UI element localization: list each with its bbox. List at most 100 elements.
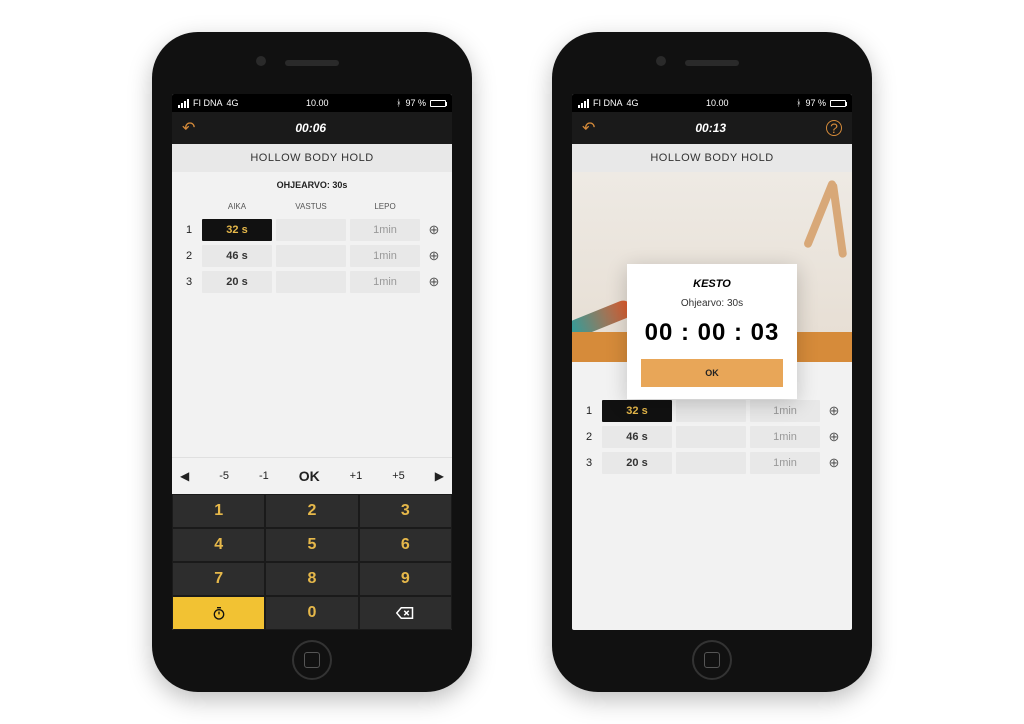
step-bar: ◀ -5 -1 OK +1 +5 ▶: [172, 457, 452, 494]
timer-label: 00:06: [295, 121, 326, 135]
row-index: 3: [580, 457, 598, 469]
key-7[interactable]: 7: [172, 562, 265, 596]
cell-time[interactable]: 20 s: [602, 452, 672, 474]
add-set-icon[interactable]: ⊕: [824, 455, 844, 471]
add-set-icon[interactable]: ⊕: [424, 274, 444, 290]
set-table: 1 32 s 1min ⊕ 2 46 s 1min ⊕ 3 20 s 1min …: [572, 392, 852, 476]
modal-title: KESTO: [641, 278, 783, 290]
exercise-title: HOLLOW BODY HOLD: [172, 144, 452, 172]
cell-resist[interactable]: [276, 271, 346, 293]
key-backspace[interactable]: [359, 596, 452, 630]
cell-rest[interactable]: 1min: [350, 219, 420, 241]
table-row: 3 20 s 1min ⊕: [580, 450, 844, 476]
screen-right: FI DNA 4G 10.00 ᚼ 97 % ↶ 00:13 ? HOLLOW …: [572, 94, 852, 630]
status-bar: FI DNA 4G 10.00 ᚼ 97 %: [572, 94, 852, 112]
carrier-label: FI DNA: [593, 98, 623, 108]
target-label: OHJEARVO: 30s: [172, 172, 452, 198]
keypad: 1 2 3 4 5 6 7 8 9 0: [172, 494, 452, 630]
stopwatch-icon: [211, 605, 227, 621]
cell-time[interactable]: 32 s: [202, 219, 272, 241]
cell-time[interactable]: 46 s: [202, 245, 272, 267]
clock-label: 10.00: [306, 98, 329, 108]
key-9[interactable]: 9: [359, 562, 452, 596]
col-vastus: VASTUS: [276, 202, 346, 211]
back-icon[interactable]: ↶: [182, 118, 195, 138]
ok-button[interactable]: OK: [299, 468, 320, 484]
plus5-button[interactable]: +5: [392, 470, 405, 482]
table-row: 1 32 s 1min ⊕: [180, 217, 444, 243]
battery-label: 97 %: [405, 98, 426, 108]
set-table: AIKA VASTUS LEPO 1 32 s 1min ⊕ 2 46 s 1m…: [172, 198, 452, 295]
table-row: 1 32 s 1min ⊕: [580, 398, 844, 424]
signal-icon: [178, 99, 189, 108]
cell-rest[interactable]: 1min: [750, 426, 820, 448]
chevron-right-icon[interactable]: ▶: [435, 469, 444, 483]
phone-left: FI DNA 4G 10.00 ᚼ 97 % ↶ 00:06 HOLLOW BO…: [152, 32, 472, 692]
screen-left: FI DNA 4G 10.00 ᚼ 97 % ↶ 00:06 HOLLOW BO…: [172, 94, 452, 630]
cell-resist[interactable]: [676, 400, 746, 422]
clock-label: 10.00: [706, 98, 729, 108]
row-index: 2: [180, 250, 198, 262]
home-button[interactable]: [292, 640, 332, 680]
nav-bar: ↶ 00:06: [172, 112, 452, 144]
col-lepo: LEPO: [350, 202, 420, 211]
key-2[interactable]: 2: [265, 494, 358, 528]
bluetooth-icon: ᚼ: [396, 98, 401, 108]
key-timer[interactable]: [172, 596, 265, 630]
add-set-icon[interactable]: ⊕: [824, 403, 844, 419]
cell-resist[interactable]: [676, 426, 746, 448]
key-8[interactable]: 8: [265, 562, 358, 596]
nav-bar: ↶ 00:13 ?: [572, 112, 852, 144]
chevron-left-icon[interactable]: ◀: [180, 469, 189, 483]
timer-label: 00:13: [695, 121, 726, 135]
network-label: 4G: [227, 98, 239, 108]
key-0[interactable]: 0: [265, 596, 358, 630]
signal-icon: [578, 99, 589, 108]
add-set-icon[interactable]: ⊕: [424, 222, 444, 238]
cell-resist[interactable]: [276, 219, 346, 241]
modal-ok-button[interactable]: OK: [641, 359, 783, 387]
cell-rest[interactable]: 1min: [750, 452, 820, 474]
row-index: 1: [580, 405, 598, 417]
battery-label: 97 %: [805, 98, 826, 108]
plus1-button[interactable]: +1: [350, 470, 363, 482]
cell-time[interactable]: 46 s: [602, 426, 672, 448]
battery-icon: [830, 100, 846, 107]
table-header: AIKA VASTUS LEPO: [180, 198, 444, 217]
modal-time: 00 : 00 : 03: [641, 319, 783, 347]
row-index: 3: [180, 276, 198, 288]
cell-rest[interactable]: 1min: [750, 400, 820, 422]
carrier-label: FI DNA: [193, 98, 223, 108]
cell-resist[interactable]: [276, 245, 346, 267]
key-5[interactable]: 5: [265, 528, 358, 562]
key-6[interactable]: 6: [359, 528, 452, 562]
add-set-icon[interactable]: ⊕: [824, 429, 844, 445]
cell-resist[interactable]: [676, 452, 746, 474]
row-index: 1: [180, 224, 198, 236]
status-bar: FI DNA 4G 10.00 ᚼ 97 %: [172, 94, 452, 112]
cell-rest[interactable]: 1min: [350, 271, 420, 293]
home-button[interactable]: [692, 640, 732, 680]
help-icon[interactable]: ?: [826, 120, 842, 136]
add-set-icon[interactable]: ⊕: [424, 248, 444, 264]
battery-icon: [430, 100, 446, 107]
cell-time[interactable]: 20 s: [202, 271, 272, 293]
modal-target: Ohjearvo: 30s: [641, 298, 783, 309]
phone-right: FI DNA 4G 10.00 ᚼ 97 % ↶ 00:13 ? HOLLOW …: [552, 32, 872, 692]
back-icon[interactable]: ↶: [582, 118, 595, 138]
key-1[interactable]: 1: [172, 494, 265, 528]
cell-rest[interactable]: 1min: [350, 245, 420, 267]
key-3[interactable]: 3: [359, 494, 452, 528]
key-4[interactable]: 4: [172, 528, 265, 562]
minus5-button[interactable]: -5: [219, 470, 229, 482]
cell-time[interactable]: 32 s: [602, 400, 672, 422]
table-row: 3 20 s 1min ⊕: [180, 269, 444, 295]
backspace-icon: [396, 606, 414, 620]
duration-modal: KESTO Ohjearvo: 30s 00 : 00 : 03 OK: [627, 264, 797, 399]
table-row: 2 46 s 1min ⊕: [180, 243, 444, 269]
minus1-button[interactable]: -1: [259, 470, 269, 482]
exercise-title: HOLLOW BODY HOLD: [572, 144, 852, 172]
bluetooth-icon: ᚼ: [796, 98, 801, 108]
row-index: 2: [580, 431, 598, 443]
network-label: 4G: [627, 98, 639, 108]
